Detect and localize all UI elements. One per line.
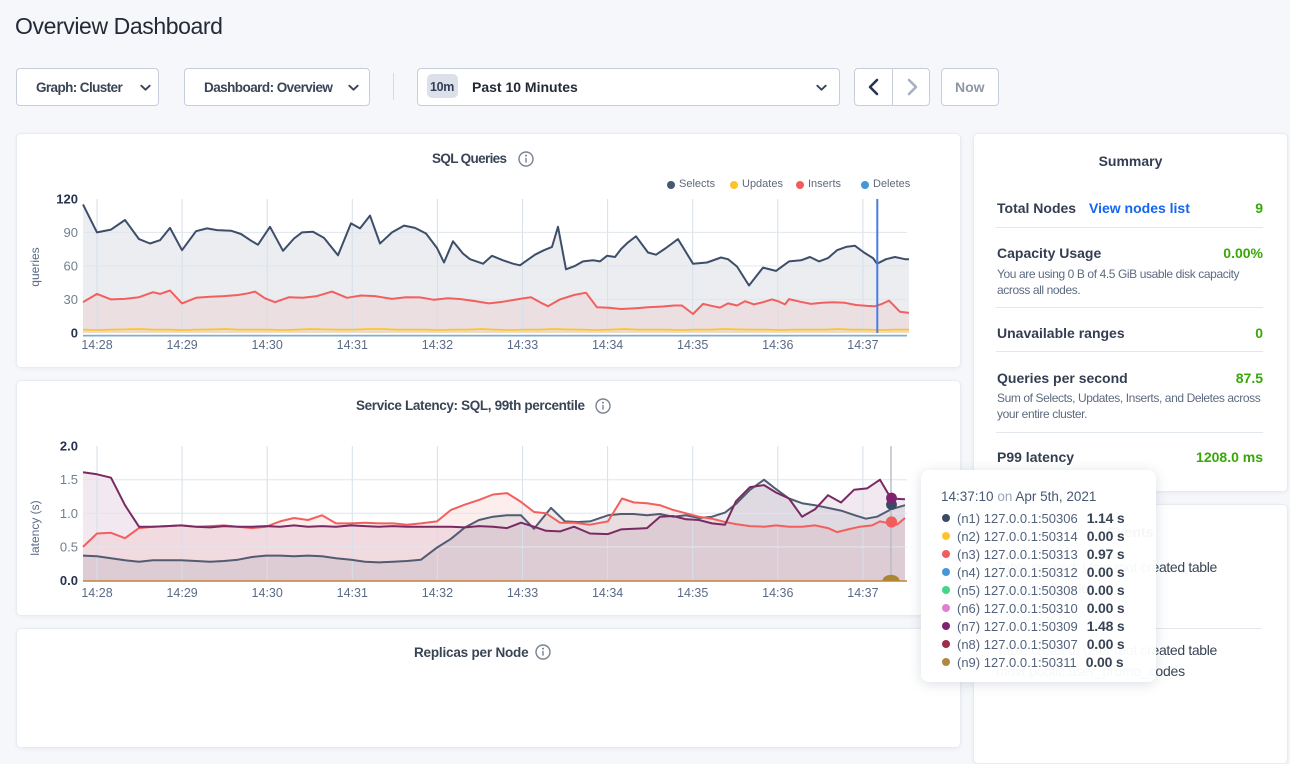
svg-text:0: 0 <box>71 326 78 341</box>
svg-text:14:29: 14:29 <box>166 586 197 600</box>
svg-text:90: 90 <box>64 225 78 240</box>
svg-text:14:35: 14:35 <box>677 586 708 600</box>
svg-text:14:36: 14:36 <box>762 338 793 352</box>
svg-text:14:28: 14:28 <box>81 586 112 600</box>
svg-text:14:34: 14:34 <box>592 586 623 600</box>
svg-text:120: 120 <box>56 192 78 207</box>
svg-text:0.5: 0.5 <box>60 539 78 554</box>
svg-text:0.0: 0.0 <box>60 573 78 588</box>
svg-text:14:37: 14:37 <box>847 586 878 600</box>
svg-text:14:32: 14:32 <box>422 338 453 352</box>
svg-text:14:28: 14:28 <box>81 338 112 352</box>
svg-text:14:37: 14:37 <box>847 338 878 352</box>
svg-text:30: 30 <box>64 292 78 307</box>
svg-text:14:30: 14:30 <box>252 586 283 600</box>
svg-text:14:29: 14:29 <box>166 338 197 352</box>
svg-text:14:34: 14:34 <box>592 338 623 352</box>
svg-text:14:32: 14:32 <box>422 586 453 600</box>
svg-text:queries: queries <box>28 247 42 286</box>
svg-text:2.0: 2.0 <box>60 439 78 454</box>
svg-text:14:36: 14:36 <box>762 586 793 600</box>
svg-text:1.0: 1.0 <box>60 506 78 521</box>
svg-text:14:31: 14:31 <box>337 586 368 600</box>
svg-text:1.5: 1.5 <box>60 472 78 487</box>
svg-text:14:35: 14:35 <box>677 338 708 352</box>
svg-text:14:33: 14:33 <box>507 338 538 352</box>
svg-text:60: 60 <box>64 258 78 273</box>
svg-text:14:31: 14:31 <box>337 338 368 352</box>
svg-text:14:30: 14:30 <box>252 338 283 352</box>
svg-text:latency (s): latency (s) <box>28 500 42 555</box>
svg-text:14:33: 14:33 <box>507 586 538 600</box>
